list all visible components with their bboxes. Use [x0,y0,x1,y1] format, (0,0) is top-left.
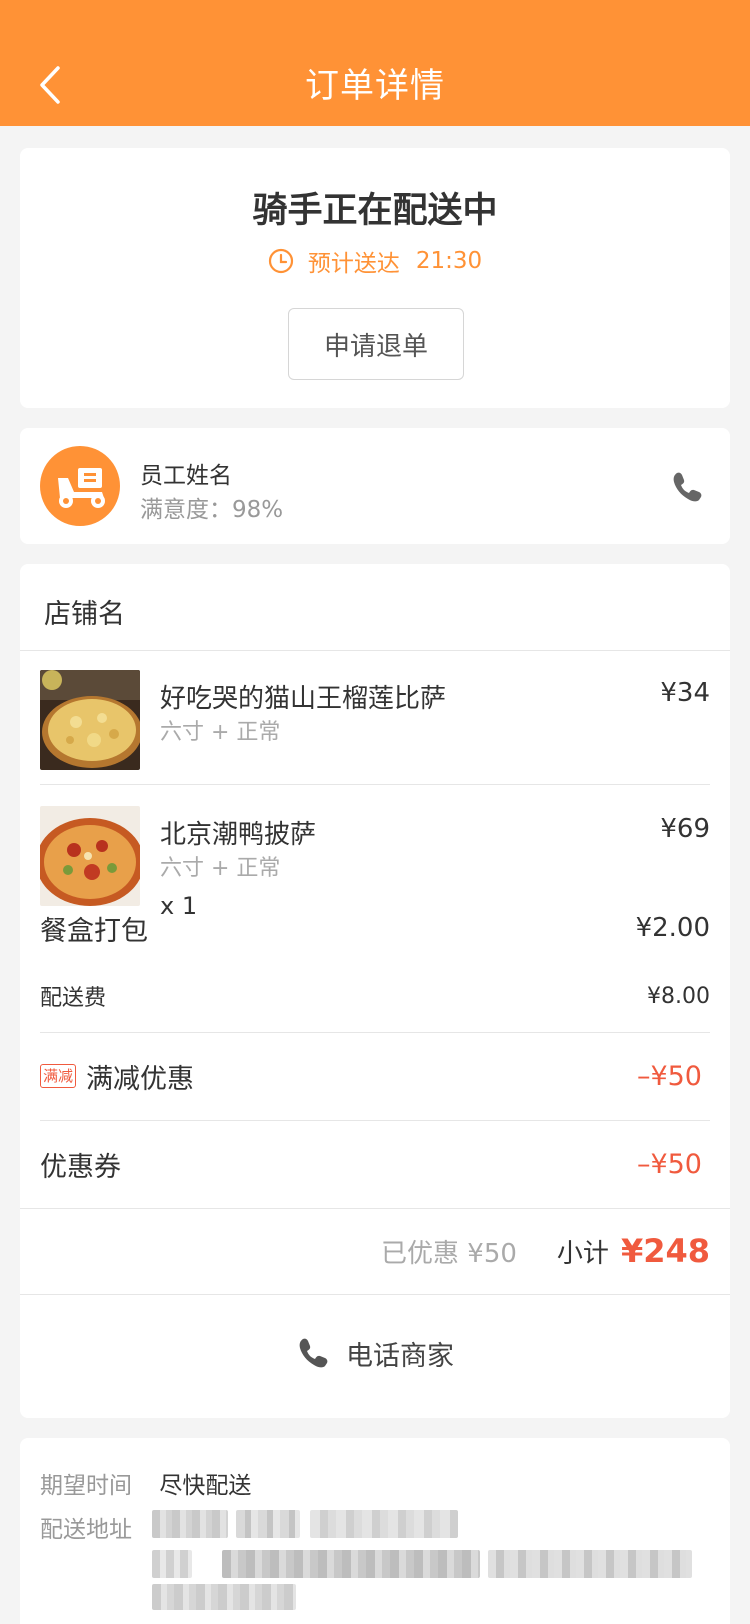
item-name: 好吃哭的猫山王榴莲比萨 [160,684,447,714]
phone-icon[interactable] [670,470,704,504]
item-spec: 六寸 + 正常 [160,720,281,745]
phone-icon [299,1338,328,1368]
rider-satisfaction: 满意度：98% [140,497,284,523]
order-card: 店铺名 好吃哭的猫山王榴莲比萨 六寸 + 正常 ¥34 北京潮鸭披萨 六寸 + … [20,564,730,1418]
divider [40,1032,710,1033]
item-name: 北京潮鸭披萨 [160,820,317,850]
item-price: ¥34 [660,678,710,708]
item-price: ¥69 [660,814,710,844]
full-reduction-row: 满减 满减优惠 –¥50 [40,1052,710,1100]
subtotal-row: 已优惠 ¥50 小计 ¥248 [20,1216,730,1286]
delivery-fee-row: 配送费 ¥8.00 [40,978,710,1014]
eta-time: 21:30 [415,248,483,274]
packaging-label: 餐盒打包 [40,915,148,947]
call-shop-label: 电话商家 [346,1340,454,1372]
order-item: 好吃哭的猫山王榴莲比萨 六寸 + 正常 ¥34 [40,670,710,770]
full-reduction-label: 满减优惠 [86,1063,195,1095]
coupon-label: 优惠券 [40,1151,121,1183]
delivery-fee-value: ¥8.00 [647,983,710,1009]
delivery-status-card: 骑手正在配送中 预计送达 21:30 申请退单 [20,148,730,408]
clock-icon [268,248,293,274]
item-spec: 六寸 + 正常 [160,856,281,881]
subtotal-label: 小计 [556,1238,609,1269]
full-reduction-value: –¥50 [636,1060,702,1092]
eta-label: 预计送达 [307,251,400,277]
divider [20,1208,730,1209]
address-label: 配送地址 [40,1517,132,1543]
order-item: 北京潮鸭披萨 六寸 + 正常 x 1 ¥69 [40,806,710,920]
divider [20,1294,730,1295]
divider [40,784,710,785]
coupon-row: 优惠券 –¥50 [40,1140,710,1188]
packaging-row: 餐盒打包 ¥2.00 [40,906,710,950]
packaging-value: ¥2.00 [635,913,710,943]
expected-time-label: 期望时间 [40,1473,132,1499]
shop-name[interactable]: 店铺名 [44,592,125,631]
rider-name: 员工姓名 [140,463,232,489]
expected-time-value: 尽快配送 [159,1473,252,1499]
full-reduction-left: 满减 满减优惠 [40,1057,194,1096]
delivery-info-card: 期望时间 尽快配送 配送地址 [20,1438,730,1624]
status-title: 骑手正在配送中 [252,191,498,231]
pizza-duck-image [40,806,140,906]
request-refund-button[interactable]: 申请退单 [288,308,464,380]
saved-amount: 已优惠 ¥50 [381,1238,517,1269]
call-shop-button[interactable]: 电话商家 [20,1308,730,1398]
rider-avatar [40,446,120,526]
address-row: 配送地址 [40,1510,152,1544]
page-title: 订单详情 [305,66,445,106]
delivery-fee-label: 配送费 [40,986,107,1011]
eta-row: 预计送达 21:30 [20,244,730,278]
rider-card: 员工姓名 满意度：98% [20,428,730,544]
pizza-durian-image [40,670,140,770]
divider [40,1120,710,1121]
app-header: 订单详情 [0,0,750,126]
expected-time-row: 期望时间 尽快配送 [40,1466,251,1500]
full-reduction-tag: 满减 [40,1064,77,1088]
coupon-value: –¥50 [636,1148,702,1180]
subtotal-value: ¥248 [620,1232,710,1270]
scooter-icon [58,468,105,508]
divider [20,650,730,651]
